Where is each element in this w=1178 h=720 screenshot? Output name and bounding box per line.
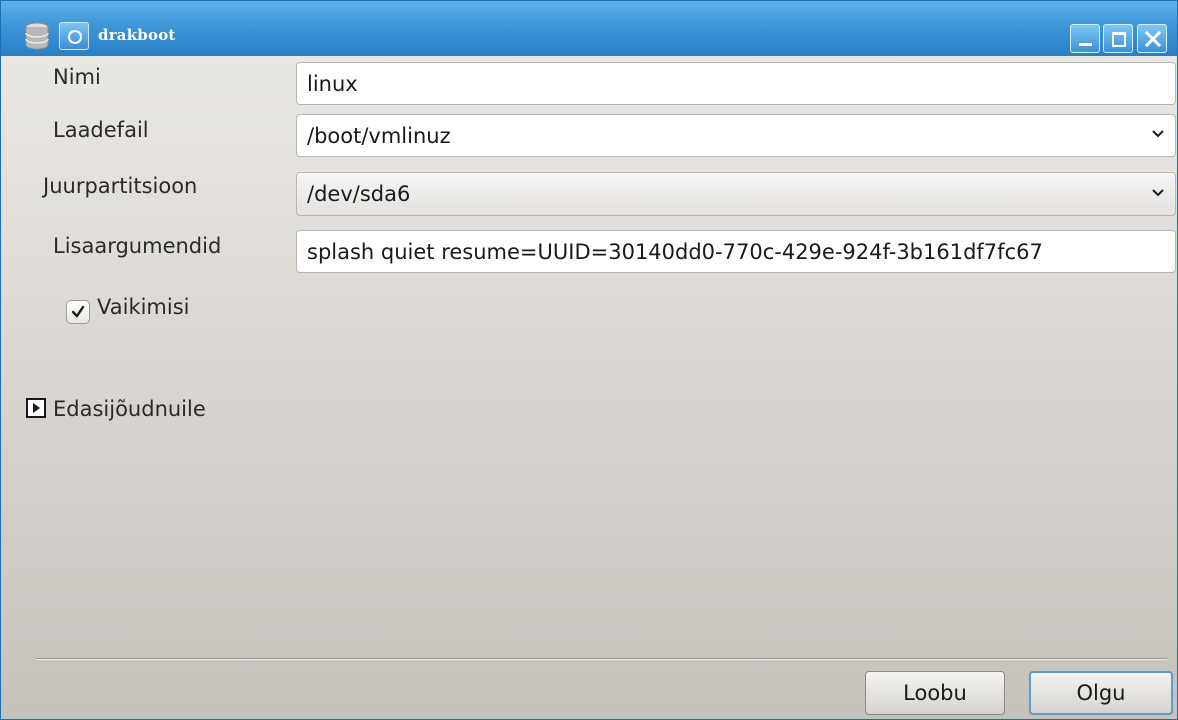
image-label: Laadefail <box>53 118 149 142</box>
name-label: Nimi <box>53 65 101 89</box>
disk-drive-icon[interactable] <box>21 21 53 51</box>
expander-arrow-icon[interactable] <box>26 398 46 418</box>
root-partition-label: Juurpartitsioon <box>43 174 198 198</box>
separator <box>36 658 1167 660</box>
checkmark-icon <box>71 305 85 318</box>
root-partition-value: /dev/sda6 <box>307 182 411 206</box>
close-icon[interactable] <box>1137 24 1167 53</box>
image-value: /boot/vmlinuz <box>307 123 451 148</box>
append-value: splash quiet resume=UUID=30140dd0-770c-4… <box>307 239 1043 264</box>
append-field[interactable]: splash quiet resume=UUID=30140dd0-770c-4… <box>296 230 1176 273</box>
title-bar[interactable]: drakboot <box>1 1 1177 56</box>
ok-button[interactable]: Olgu <box>1029 671 1173 715</box>
image-combobox[interactable]: /boot/vmlinuz <box>296 114 1176 157</box>
chevron-down-icon[interactable] <box>1151 129 1165 139</box>
name-value: linux <box>307 71 358 96</box>
chevron-down-icon[interactable] <box>1151 188 1165 198</box>
cancel-button[interactable]: Loobu <box>865 671 1005 715</box>
window-title: drakboot <box>98 26 176 44</box>
default-label[interactable]: Vaikimisi <box>97 295 190 319</box>
drakboot-window: drakboot Nimi linux Laadefail /boot/vmli… <box>0 0 1178 720</box>
append-label: Lisaargumendid <box>53 234 222 258</box>
advanced-expander-label[interactable]: Edasijõudnuile <box>53 397 206 421</box>
minimize-icon[interactable] <box>1070 24 1100 53</box>
window-menu-icon[interactable] <box>59 22 89 50</box>
maximize-icon[interactable] <box>1103 24 1133 53</box>
default-checkbox[interactable] <box>66 300 90 324</box>
name-field[interactable]: linux <box>296 62 1176 105</box>
root-partition-combobox[interactable]: /dev/sda6 <box>296 172 1176 216</box>
